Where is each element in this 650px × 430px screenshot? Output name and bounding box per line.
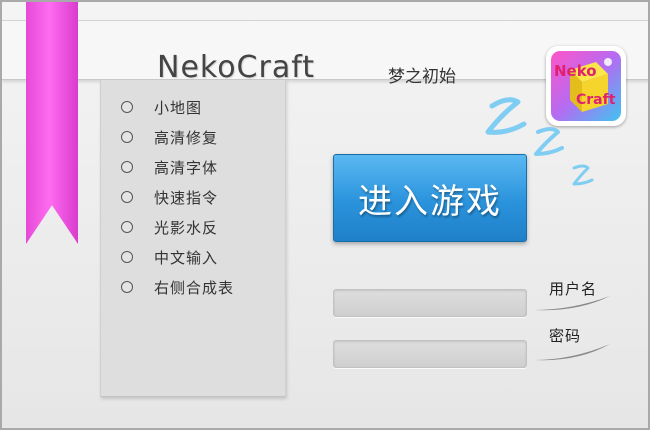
radio-button[interactable] <box>121 161 133 173</box>
option-hd-fix[interactable]: 高清修复 <box>121 127 218 147</box>
option-right-crafting[interactable]: 右侧合成表 <box>121 277 234 297</box>
radio-button[interactable] <box>121 101 133 113</box>
option-chinese-input[interactable]: 中文输入 <box>121 247 218 267</box>
logo-text-top: Neko <box>554 62 597 80</box>
launcher-window: NekoCraft 梦之初始 小地图 高清修复 高清字体 快速指令 光影水反 中… <box>0 0 650 430</box>
radio-button[interactable] <box>121 281 133 293</box>
radio-button[interactable] <box>121 221 133 233</box>
radio-button[interactable] <box>121 251 133 263</box>
bookmark-ribbon-icon <box>26 2 78 244</box>
option-label: 小地图 <box>154 98 203 117</box>
username-field[interactable] <box>333 289 527 317</box>
radio-button[interactable] <box>121 131 133 143</box>
option-label: 高清修复 <box>154 128 219 147</box>
option-shader-water[interactable]: 光影水反 <box>121 217 218 237</box>
option-label: 光影水反 <box>154 218 219 237</box>
option-label: 高清字体 <box>154 158 219 177</box>
enter-game-button[interactable]: 进入游戏 <box>333 154 527 242</box>
option-label: 右侧合成表 <box>154 278 235 297</box>
password-swoosh-decoration <box>534 344 610 361</box>
option-quick-command[interactable]: 快速指令 <box>121 187 218 207</box>
enter-game-label: 进入游戏 <box>358 181 502 222</box>
options-panel: 小地图 高清修复 高清字体 快速指令 光影水反 中文输入 右侧合成表 <box>100 80 286 397</box>
app-subtitle: 梦之初始 <box>388 67 456 87</box>
radio-button[interactable] <box>121 191 133 203</box>
option-hd-font[interactable]: 高清字体 <box>121 157 218 177</box>
option-label: 中文输入 <box>154 248 219 267</box>
username-swoosh-decoration <box>534 296 610 311</box>
option-minimap[interactable]: 小地图 <box>121 97 202 117</box>
option-label: 快速指令 <box>154 188 219 207</box>
password-field[interactable] <box>333 340 527 368</box>
